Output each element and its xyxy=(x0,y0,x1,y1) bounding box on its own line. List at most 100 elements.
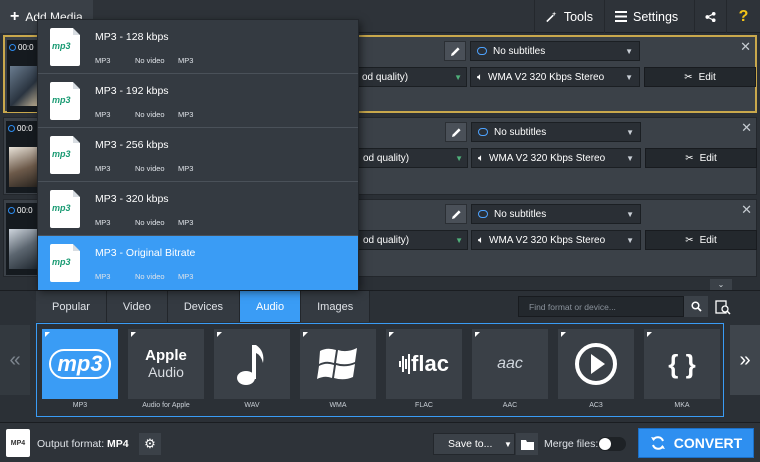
preset-format: MP3 xyxy=(95,164,111,173)
close-icon[interactable]: ✕ xyxy=(740,39,751,55)
video-quality-dropdown[interactable]: od quality) ▼ xyxy=(358,230,468,250)
play-circle-icon xyxy=(575,343,617,385)
search-button[interactable] xyxy=(684,296,708,317)
carousel-prev-button[interactable]: « xyxy=(0,325,30,395)
format-label: MP3 xyxy=(72,402,88,409)
clock-icon xyxy=(8,207,15,214)
waveform-icon xyxy=(399,354,411,374)
preset-video: No video xyxy=(135,164,165,173)
mp3-file-icon: mp3 xyxy=(50,136,80,174)
audio-track-dropdown[interactable]: 🔈︎ WMA V2 320 Kbps Stereo ▼ xyxy=(471,148,641,168)
format-tile-apple[interactable]: Apple Audio xyxy=(128,329,204,399)
subtitles-value: No subtitles xyxy=(494,208,547,220)
duration-text: 00:0 xyxy=(17,124,33,133)
video-quality-dropdown[interactable]: od quality) ▼ xyxy=(357,67,467,87)
chevron-down-icon: ▼ xyxy=(626,235,634,245)
merge-files-toggle[interactable] xyxy=(598,437,626,451)
audio-track-dropdown[interactable]: 🔈︎ WMA V2 320 Kbps Stereo ▼ xyxy=(470,67,640,87)
preset-video: No video xyxy=(135,218,165,227)
chevron-down-icon: ▼ xyxy=(455,235,463,245)
search-icon xyxy=(690,301,702,312)
format-tile-wma[interactable] xyxy=(300,329,376,399)
scissors-icon: ✂ xyxy=(685,152,694,164)
clock-icon xyxy=(8,125,15,132)
edit-button[interactable]: ✂ Edit xyxy=(645,230,757,250)
toggle-knob xyxy=(599,438,611,450)
mp3-icon: mp3 xyxy=(49,349,111,379)
tab-images[interactable]: Images xyxy=(301,291,371,322)
tools-button[interactable]: Tools xyxy=(534,0,603,33)
output-settings-button[interactable]: ⚙ xyxy=(139,433,161,455)
speaker-icon: 🔈︎ xyxy=(478,152,484,164)
audio-value: WMA V2 320 Kbps Stereo xyxy=(489,152,606,164)
edit-subtitles-button[interactable] xyxy=(444,41,466,61)
format-label: Audio for Apple xyxy=(142,402,190,409)
close-icon[interactable]: ✕ xyxy=(741,120,752,136)
plus-icon: + xyxy=(10,7,20,25)
carousel-next-button[interactable]: » xyxy=(730,325,760,395)
convert-button[interactable]: CONVERT xyxy=(638,428,754,458)
open-folder-button[interactable] xyxy=(516,433,538,455)
quality-value: od quality) xyxy=(362,71,409,83)
edit-label: Edit xyxy=(699,152,717,164)
preset-menu-item[interactable]: mp3 MP3 - 128 kbps MP3 No video MP3 xyxy=(38,20,358,74)
edit-label: Edit xyxy=(699,234,717,246)
pencil-icon xyxy=(451,127,461,137)
video-thumbnail[interactable]: 00:0 xyxy=(6,121,40,193)
collapse-panel-button[interactable]: ⌄ xyxy=(710,279,732,290)
video-thumbnail[interactable]: 00:0 xyxy=(7,40,41,112)
edit-subtitles-button[interactable] xyxy=(445,122,467,142)
bottom-bar: MP4 Output format: MP4 ⚙ Save to... ▼ Me… xyxy=(0,422,760,462)
preset-title: MP3 - 256 kbps xyxy=(95,139,169,151)
help-button[interactable]: ? xyxy=(726,0,760,33)
format-tile-mka[interactable]: { } xyxy=(644,329,720,399)
preset-menu-item[interactable]: mp3 MP3 - 256 kbps MP3 No video MP3 xyxy=(38,128,358,182)
output-format-icon[interactable]: MP4 xyxy=(6,429,30,457)
subtitles-value: No subtitles xyxy=(493,45,546,57)
subtitles-dropdown[interactable]: No subtitles ▼ xyxy=(471,204,641,224)
pencil-icon xyxy=(451,209,461,219)
preset-menu-item[interactable]: mp3 MP3 - 320 kbps MP3 No video MP3 xyxy=(38,182,358,236)
magic-wand-icon xyxy=(546,11,557,22)
chevron-down-icon: ⌄ xyxy=(717,280,725,289)
chevron-down-icon[interactable]: ▼ xyxy=(500,433,516,455)
preset-menu-item[interactable]: mp3 MP3 - 192 kbps MP3 No video MP3 xyxy=(38,74,358,128)
chevron-down-icon: ▼ xyxy=(625,72,633,82)
close-icon[interactable]: ✕ xyxy=(741,202,752,218)
aac-icon: aac xyxy=(497,355,523,372)
format-tile-aac[interactable]: aac xyxy=(472,329,548,399)
subtitles-dropdown[interactable]: No subtitles ▼ xyxy=(470,41,640,61)
format-tile-wav[interactable] xyxy=(214,329,290,399)
tab-video[interactable]: Video xyxy=(106,291,168,322)
audio-track-dropdown[interactable]: 🔈︎ WMA V2 320 Kbps Stereo ▼ xyxy=(471,230,641,250)
help-icon: ? xyxy=(738,7,749,25)
subtitles-dropdown[interactable]: No subtitles ▼ xyxy=(471,122,641,142)
tab-devices[interactable]: Devices xyxy=(167,291,240,322)
video-thumbnail[interactable]: 00:0 xyxy=(6,203,40,275)
format-tile-flac[interactable]: flac xyxy=(386,329,462,399)
format-tile-mp3[interactable]: mp3 xyxy=(42,329,118,399)
format-tile-ac3[interactable] xyxy=(558,329,634,399)
share-button[interactable] xyxy=(694,0,726,33)
menu-icon xyxy=(615,11,627,22)
tab-popular[interactable]: Popular xyxy=(36,291,107,322)
video-quality-dropdown[interactable]: od quality) ▼ xyxy=(358,148,468,168)
music-note-icon xyxy=(237,345,264,385)
chevron-down-icon: ▼ xyxy=(626,209,634,219)
find-device-button[interactable] xyxy=(712,296,734,317)
quality-value: od quality) xyxy=(363,234,410,246)
format-search-input[interactable]: Find format or device... xyxy=(518,296,684,317)
edit-button[interactable]: ✂ Edit xyxy=(644,67,756,87)
edit-subtitles-button[interactable] xyxy=(445,204,467,224)
format-label: WAV xyxy=(244,402,260,409)
edit-button[interactable]: ✂ Edit xyxy=(645,148,757,168)
preset-format: MP3 xyxy=(95,218,111,227)
preset-menu-item-selected[interactable]: mp3 MP3 - Original Bitrate MP3 No video … xyxy=(38,236,358,290)
tab-audio[interactable]: Audio xyxy=(239,291,302,322)
chevron-down-icon: ▼ xyxy=(626,153,634,163)
settings-button[interactable]: Settings xyxy=(604,0,694,33)
preset-format: MP3 xyxy=(95,56,111,65)
chevron-down-icon: ▼ xyxy=(626,127,634,137)
audio-value: WMA V2 320 Kbps Stereo xyxy=(488,71,605,83)
format-label: MKA xyxy=(674,402,690,409)
